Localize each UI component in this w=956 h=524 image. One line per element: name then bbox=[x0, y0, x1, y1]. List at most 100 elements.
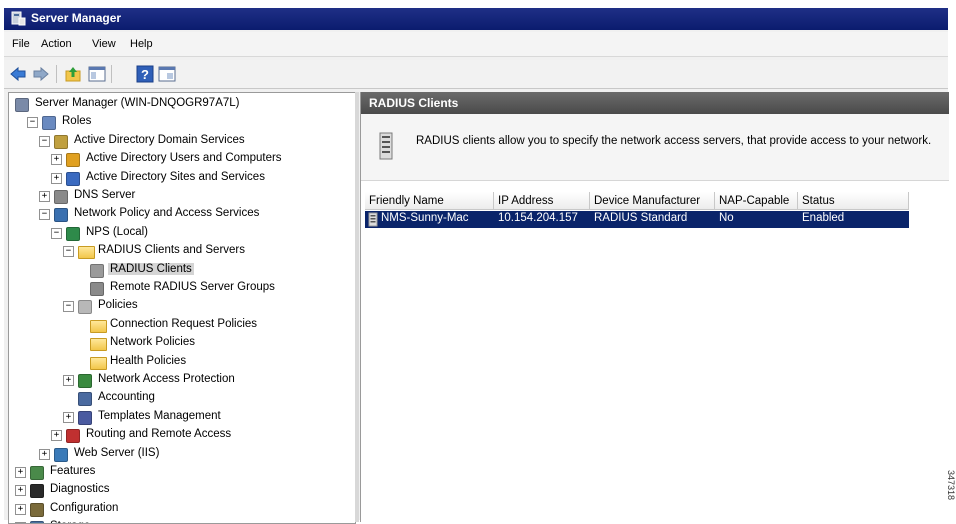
tree-node[interactable]: − Network Policy and Access Services bbox=[39, 206, 349, 223]
iis-icon bbox=[54, 447, 68, 462]
tree-node[interactable]: + DNS Server bbox=[39, 188, 349, 204]
expand-icon[interactable]: + bbox=[51, 430, 62, 442]
tree-node-label: Roles bbox=[62, 115, 92, 128]
tree-node-label: Accounting bbox=[98, 391, 155, 404]
toolbar-separator bbox=[56, 65, 57, 83]
tree-node[interactable]: − Active Directory Domain Services bbox=[39, 133, 349, 149]
tree-node-label: Connection Request Policies bbox=[110, 317, 258, 330]
figure-id: 347318 bbox=[948, 470, 956, 501]
tree-node-label: DNS Server bbox=[74, 189, 136, 201]
tree-node[interactable]: Health Policies bbox=[75, 354, 349, 370]
tree-node[interactable]: Network Policies bbox=[75, 335, 349, 352]
tree-node[interactable]: RADIUS Clients bbox=[75, 262, 349, 278]
tree-node[interactable]: + Active Directory Users and Computers bbox=[51, 151, 349, 168]
tree-node[interactable]: Connection Request Policies bbox=[75, 317, 349, 333]
expand-icon[interactable]: + bbox=[51, 154, 62, 166]
tree-node[interactable]: + Templates Management bbox=[63, 409, 349, 425]
tree-node-label: NPS (Local) bbox=[86, 225, 148, 238]
tree-node-label: Policies bbox=[98, 299, 138, 312]
tree-node[interactable]: + Network Access Protection bbox=[63, 372, 349, 388]
back-icon[interactable] bbox=[9, 65, 27, 83]
tree-node[interactable]: − Policies bbox=[63, 298, 349, 315]
ad-sites-icon bbox=[66, 171, 80, 186]
tree-node[interactable]: + Diagnostics bbox=[15, 482, 349, 499]
column-header-friendly-name[interactable]: Friendly Name bbox=[365, 192, 494, 210]
configuration-icon bbox=[30, 502, 44, 517]
column-header-status[interactable]: Status bbox=[798, 192, 909, 210]
accounting-icon bbox=[78, 392, 92, 407]
radius-client-icon bbox=[368, 212, 378, 227]
collapse-icon[interactable]: − bbox=[63, 246, 74, 258]
console-tree: Server Manager (WIN-DNQOGR97A7L) − Roles − A… bbox=[8, 92, 356, 524]
menu-help[interactable]: Help bbox=[130, 38, 153, 50]
folder-icon bbox=[78, 246, 95, 260]
tree-node-label: Server Manager (WIN-DNQOGR97A7L) bbox=[35, 97, 240, 109]
menu-file[interactable]: File bbox=[12, 38, 30, 50]
column-header-nap-capable[interactable]: NAP-Capable bbox=[715, 192, 798, 210]
tree-node-label: RADIUS Clients bbox=[108, 262, 194, 275]
toolbar: ? bbox=[4, 60, 948, 89]
toolbar-separator bbox=[111, 65, 112, 83]
collapse-icon[interactable]: − bbox=[39, 209, 50, 221]
forward-icon[interactable] bbox=[32, 65, 50, 83]
folder-icon bbox=[90, 356, 107, 370]
tree-node[interactable]: − NPS (Local) bbox=[51, 225, 349, 241]
cell-ip-address: 10.154.204.157 bbox=[498, 212, 578, 224]
tree-node[interactable]: + Features bbox=[15, 464, 349, 480]
tree-node[interactable]: Server Manager (WIN-DNQOGR97A7L) bbox=[15, 96, 349, 112]
menu-view[interactable]: View bbox=[92, 38, 116, 50]
tree-node-label: Network Access Protection bbox=[98, 373, 235, 385]
expand-icon[interactable]: + bbox=[15, 503, 26, 515]
pane-header: RADIUS Clients bbox=[361, 92, 949, 114]
ad-users-icon bbox=[66, 153, 80, 168]
tree-node[interactable]: − RADIUS Clients and Servers bbox=[63, 243, 349, 260]
tree-node-label: Web Server (IIS) bbox=[74, 446, 160, 459]
tree-node-label: Health Policies bbox=[110, 354, 187, 367]
table-row[interactable]: NMS-Sunny-Mac 10.154.204.157 RADIUS Stan… bbox=[365, 211, 909, 228]
tree-node-label: Active Directory Users and Computers bbox=[86, 152, 282, 165]
show-hide-console-tree-icon[interactable] bbox=[88, 65, 106, 83]
column-header-ip-address[interactable]: IP Address bbox=[494, 192, 590, 210]
cell-nap-capable: No bbox=[719, 212, 734, 224]
expand-icon[interactable]: + bbox=[39, 448, 50, 460]
pane-splitter[interactable] bbox=[355, 92, 359, 522]
tree-node[interactable]: Accounting bbox=[63, 390, 349, 407]
cell-status: Enabled bbox=[802, 212, 845, 224]
title-bar: Server Manager bbox=[4, 8, 948, 30]
features-icon bbox=[30, 466, 44, 480]
radius-client-icon bbox=[90, 263, 104, 278]
expand-icon[interactable]: + bbox=[15, 485, 26, 497]
description-panel: RADIUS clients allow you to specify the … bbox=[361, 114, 949, 181]
tree-node-label: Configuration bbox=[50, 501, 119, 514]
collapse-icon[interactable]: − bbox=[39, 135, 50, 147]
npas-icon bbox=[54, 208, 68, 223]
tree-node-label: Diagnostics bbox=[50, 483, 110, 496]
help-icon[interactable]: ? bbox=[136, 65, 154, 83]
server-icon bbox=[15, 98, 29, 112]
tree-node[interactable]: − Roles bbox=[27, 114, 349, 131]
expand-icon[interactable]: + bbox=[39, 191, 50, 202]
menu-action[interactable]: Action bbox=[41, 38, 72, 50]
expand-icon[interactable]: + bbox=[63, 375, 74, 386]
tree-node[interactable]: + Web Server (IIS) bbox=[39, 446, 349, 462]
collapse-icon[interactable]: − bbox=[51, 227, 62, 239]
tree-node[interactable]: + Routing and Remote Access bbox=[51, 427, 349, 444]
server-group-icon bbox=[90, 282, 104, 296]
column-header-device-manufacturer[interactable]: Device Manufacturer bbox=[590, 192, 715, 210]
up-icon[interactable] bbox=[64, 65, 82, 83]
tree-node-label: Active Directory Sites and Services bbox=[86, 170, 265, 183]
expand-icon[interactable]: + bbox=[51, 172, 62, 184]
collapse-icon[interactable]: − bbox=[27, 117, 38, 129]
tree-node[interactable]: + Active Directory Sites and Services bbox=[51, 170, 349, 186]
properties-icon[interactable] bbox=[158, 65, 176, 83]
tree-node[interactable]: Remote RADIUS Server Groups bbox=[75, 280, 349, 296]
server-manager-window: Server Manager File Action View Help ? S… bbox=[4, 8, 949, 524]
collapse-icon[interactable]: − bbox=[63, 301, 74, 313]
menu-bar: File Action View Help bbox=[4, 32, 948, 57]
tree-node-label: Storage bbox=[48, 520, 92, 523]
expand-icon[interactable]: + bbox=[15, 467, 26, 478]
radius-client-icon bbox=[379, 132, 393, 160]
tree-node-label: Templates Management bbox=[98, 409, 221, 422]
expand-icon[interactable]: + bbox=[63, 411, 74, 423]
tree-node[interactable]: + Configuration bbox=[15, 501, 349, 517]
